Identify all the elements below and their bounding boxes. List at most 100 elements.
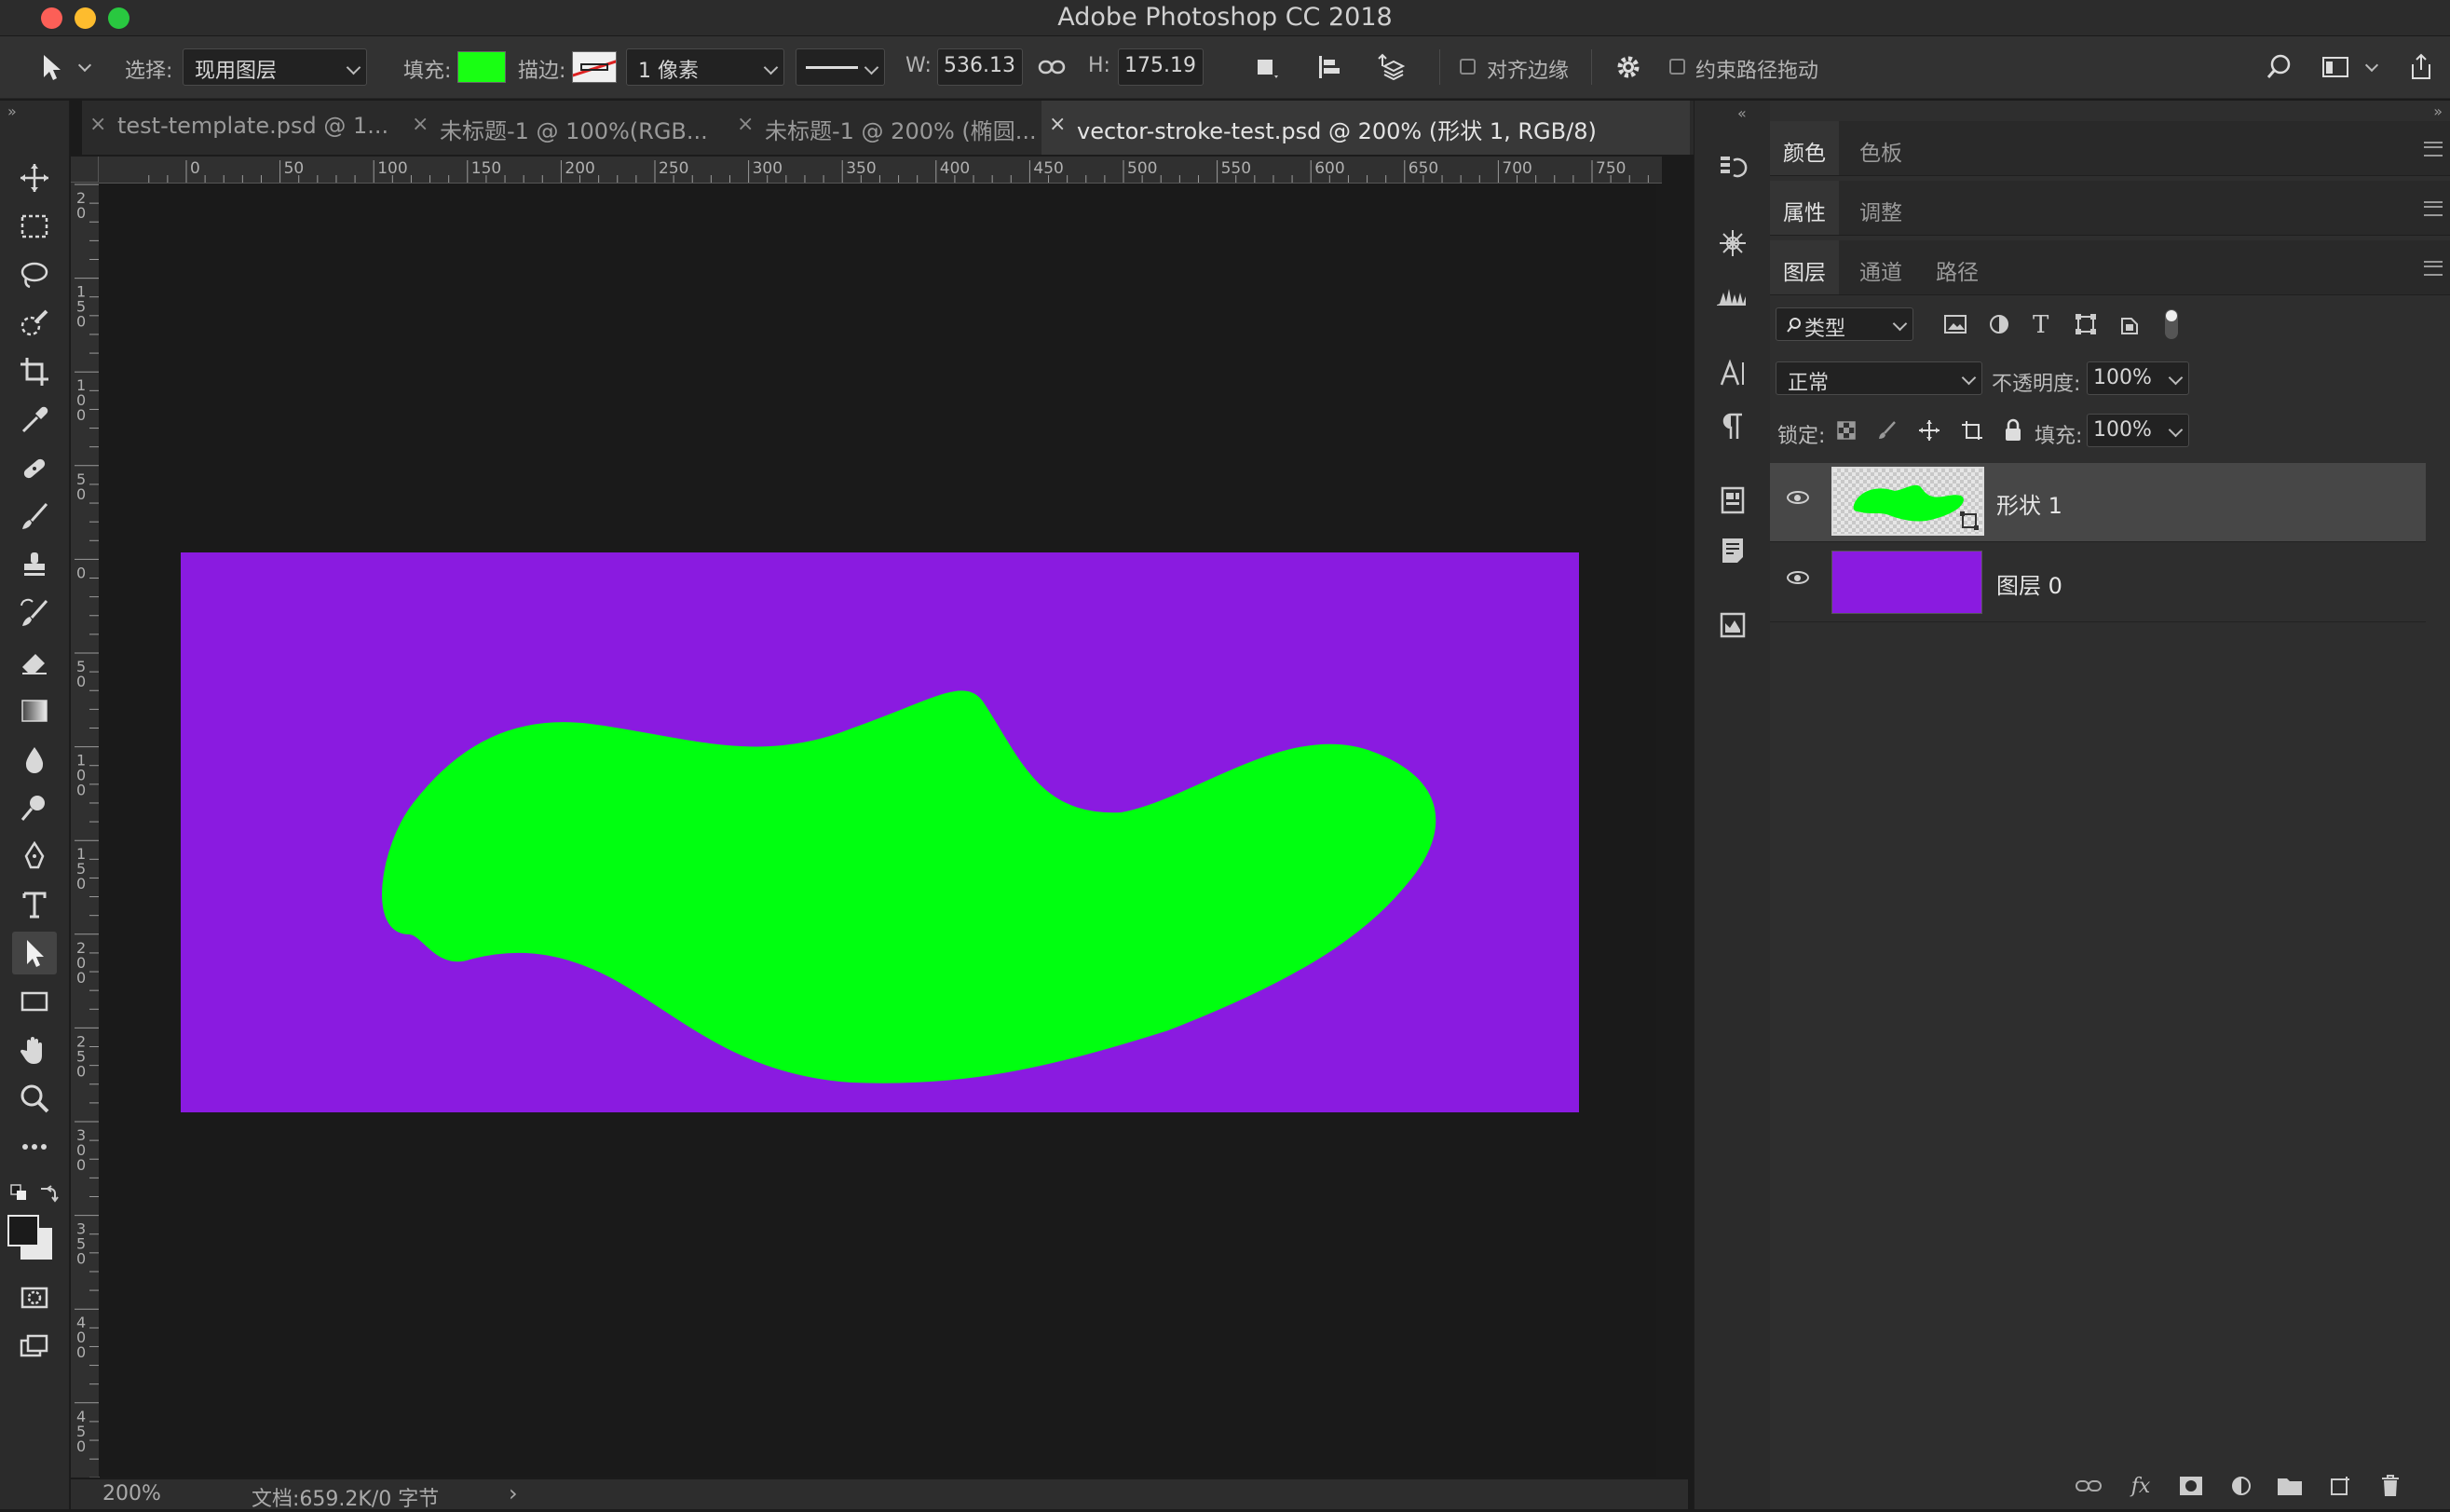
tab-properties[interactable]: 属性: [1770, 181, 1839, 235]
tab-close-icon[interactable]: ×: [89, 113, 106, 136]
panel-menu-icon[interactable]: [2424, 201, 2443, 216]
delete-layer-trash-icon[interactable]: [2374, 1469, 2407, 1503]
tab-channels[interactable]: 通道: [1846, 240, 1915, 294]
history-brush-tool-icon[interactable]: [12, 593, 57, 635]
screen-mode-icon[interactable]: [12, 1325, 57, 1368]
rectangular-marquee-tool-icon[interactable]: [12, 205, 57, 248]
layer-filter-dropdown[interactable]: 类型: [1776, 307, 1913, 341]
constrain-path-checkbox[interactable]: [1669, 59, 1685, 75]
layer-comps-icon[interactable]: [1711, 604, 1754, 647]
ruler-origin[interactable]: [71, 157, 99, 183]
layer-name[interactable]: 图层 0: [1996, 567, 2062, 600]
lock-artboard-icon[interactable]: [1960, 419, 1984, 445]
filter-toggle-switch[interactable]: [2165, 309, 2178, 339]
path-selection-tool-icon[interactable]: [12, 932, 57, 974]
height-input[interactable]: 175.19 !: [1118, 48, 1204, 86]
new-layer-icon[interactable]: [2323, 1469, 2357, 1503]
lock-position-icon[interactable]: [1917, 418, 1941, 446]
path-arrangement-icon[interactable]: [1371, 49, 1407, 85]
pen-tool-icon[interactable]: [12, 835, 57, 878]
link-icon[interactable]: [1034, 49, 1069, 85]
link-layers-icon[interactable]: [2072, 1469, 2105, 1503]
zoom-level[interactable]: 200%: [102, 1482, 161, 1505]
tab-color[interactable]: 颜色: [1770, 121, 1839, 175]
adjustment-layer-icon[interactable]: [2225, 1469, 2258, 1503]
select-dropdown[interactable]: 现用图层: [183, 48, 367, 86]
visibility-eye-icon[interactable]: [1787, 491, 1809, 504]
layer-style-fx-icon[interactable]: fx: [2124, 1469, 2157, 1503]
layer-thumbnail[interactable]: [1831, 551, 1982, 614]
eyedropper-tool-icon[interactable]: [12, 399, 57, 442]
rectangle-tool-icon[interactable]: [12, 980, 57, 1023]
tab-close-icon[interactable]: ×: [412, 113, 429, 136]
move-tool-icon[interactable]: [12, 157, 57, 199]
panel-menu-icon[interactable]: [2424, 261, 2443, 276]
stroke-width-dropdown[interactable]: 1 像素: [626, 48, 784, 86]
adjustment-filter-icon[interactable]: [1988, 313, 2010, 339]
tab-close-icon[interactable]: ×: [1049, 113, 1066, 136]
new-group-folder-icon[interactable]: [2273, 1469, 2307, 1503]
path-operations-icon[interactable]: [1248, 49, 1284, 85]
tool-preset-dropdown-icon[interactable]: [75, 49, 95, 85]
gradient-tool-icon[interactable]: [12, 689, 57, 732]
notes-panel-icon[interactable]: [1711, 529, 1754, 572]
tab-paths[interactable]: 路径: [1923, 240, 1992, 294]
type-tool-icon[interactable]: [12, 883, 57, 926]
blend-mode-dropdown[interactable]: 正常: [1776, 361, 1982, 395]
lock-pixels-icon[interactable]: [1876, 419, 1899, 445]
clone-stamp-tool-icon[interactable]: [12, 544, 57, 587]
brush-tool-icon[interactable]: [12, 496, 57, 538]
gear-icon[interactable]: [1611, 49, 1646, 85]
stroke-type-dropdown[interactable]: [796, 48, 885, 86]
tab-vector-stroke-test[interactable]: × vector-stroke-test.psd @ 200% (形状 1, R…: [1041, 101, 1690, 155]
default-colors-icon[interactable]: [9, 1183, 30, 1207]
workspace-icon[interactable]: [2318, 49, 2353, 85]
lock-all-icon[interactable]: [2003, 418, 2023, 446]
collapse-toolbar-icon[interactable]: »: [7, 102, 17, 120]
lasso-tool-icon[interactable]: [12, 253, 57, 296]
swap-colors-icon[interactable]: [37, 1181, 60, 1207]
align-edges-checkbox[interactable]: [1460, 59, 1476, 75]
stroke-color-swatch[interactable]: [572, 51, 617, 83]
collapse-panels-icon[interactable]: »: [2433, 102, 2443, 120]
document-canvas[interactable]: [181, 552, 1579, 1112]
share-icon[interactable]: [2403, 49, 2439, 85]
healing-brush-tool-icon[interactable]: [12, 447, 57, 490]
quick-mask-icon[interactable]: [12, 1276, 57, 1319]
tab-adjustments[interactable]: 调整: [1846, 181, 1915, 235]
brush-settings-icon[interactable]: [1711, 222, 1754, 265]
fill-color-swatch[interactable]: [457, 51, 506, 83]
crop-tool-icon[interactable]: [12, 350, 57, 393]
eraser-tool-icon[interactable]: [12, 641, 57, 684]
collapse-strip-icon[interactable]: «: [1737, 104, 1747, 122]
zoom-tool-icon[interactable]: [12, 1077, 57, 1120]
paragraph-panel-icon[interactable]: [1711, 404, 1754, 447]
character-panel-icon[interactable]: [1711, 352, 1754, 395]
quick-selection-tool-icon[interactable]: [12, 302, 57, 345]
layer-name[interactable]: 形状 1: [1996, 487, 2062, 520]
opacity-input[interactable]: 100%: [2087, 361, 2189, 395]
tab-untitled-200[interactable]: × 未标题-1 @ 200% (椭圆...: [729, 101, 1037, 155]
search-icon[interactable]: [2262, 49, 2297, 85]
add-mask-icon[interactable]: [2174, 1469, 2208, 1503]
width-input[interactable]: 536.13: [937, 48, 1023, 86]
libraries-panel-icon[interactable]: [1711, 479, 1754, 522]
visibility-eye-icon[interactable]: [1787, 571, 1809, 584]
tab-test-template[interactable]: × test-template.psd @ 1...: [82, 101, 397, 155]
shape-filter-icon[interactable]: [2074, 313, 2098, 339]
panel-menu-icon[interactable]: [2424, 142, 2443, 157]
smart-object-filter-icon[interactable]: [2118, 313, 2141, 339]
hand-tool-icon[interactable]: [12, 1028, 57, 1071]
tab-swatches[interactable]: 色板: [1846, 121, 1915, 175]
tab-close-icon[interactable]: ×: [737, 113, 754, 136]
more-tools-icon[interactable]: [12, 1125, 57, 1168]
history-panel-icon[interactable]: [1711, 147, 1754, 190]
layer-row-shape-1[interactable]: 形状 1: [1770, 463, 2426, 542]
dodge-tool-icon[interactable]: [12, 786, 57, 829]
fill-opacity-input[interactable]: 100%: [2087, 414, 2189, 447]
tab-untitled-100[interactable]: × 未标题-1 @ 100%(RGB...: [404, 101, 726, 155]
type-filter-icon[interactable]: T: [2033, 311, 2048, 339]
pixel-layer-filter-icon[interactable]: [1943, 313, 1967, 339]
lock-transparent-icon[interactable]: [1835, 419, 1858, 445]
tab-layers[interactable]: 图层: [1770, 240, 1839, 294]
